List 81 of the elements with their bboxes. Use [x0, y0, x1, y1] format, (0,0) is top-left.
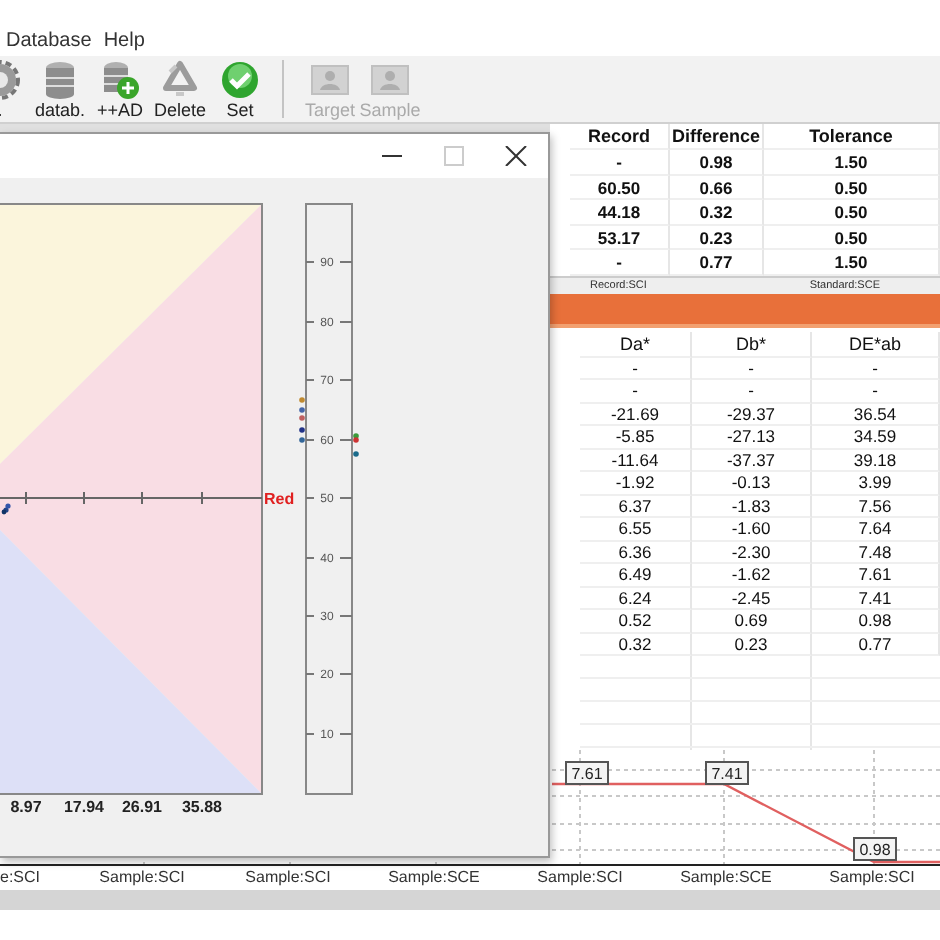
column-header: Difference: [670, 124, 764, 150]
axis-label: Red: [264, 490, 295, 508]
table-cell: 0.98: [670, 150, 764, 175]
table-cell: 0.32: [670, 200, 764, 225]
table-cell: 36.54: [812, 403, 940, 426]
menu-item[interactable]: Help: [103, 30, 145, 54]
table-cell: -: [580, 357, 692, 380]
table-cell: -: [692, 357, 812, 380]
axis-label: e:SCI: [0, 866, 43, 890]
table-cell: -1.83: [692, 495, 812, 518]
toolbar-button[interactable]: Delete: [150, 56, 210, 122]
column-header: Db*: [692, 331, 812, 357]
value-label: 0.98: [853, 837, 897, 861]
table-cell: 60.50: [570, 175, 670, 200]
axis-label: Sample:SCI: [97, 866, 187, 890]
column-header: Record: [570, 124, 670, 150]
table-cell: -: [570, 150, 670, 175]
table-cell: 7.64: [812, 518, 940, 541]
table-cell: 0.52: [580, 610, 692, 633]
table-cell: -2.30: [692, 541, 812, 564]
table-cell: -0.13: [692, 472, 812, 495]
table-cell: 0.98: [812, 610, 940, 633]
close-icon[interactable]: [504, 146, 528, 166]
menu-item[interactable]: Database: [6, 30, 92, 54]
axis-label: Sample:SCE: [678, 866, 774, 890]
value-label: 7.41: [705, 761, 749, 785]
axis-label: Sample:SCI: [535, 866, 625, 890]
table-cell: -1.92: [580, 472, 692, 495]
table-cell: 0.50: [764, 200, 940, 225]
table-cell: 6.55: [580, 518, 692, 541]
table-cell: 39.18: [812, 449, 940, 472]
tick-label: 26.91: [121, 798, 163, 816]
column-header: Da*: [580, 331, 692, 357]
table-cell: -: [812, 380, 940, 403]
database-add-icon: [100, 60, 140, 100]
table-cell: 6.24: [580, 587, 692, 610]
table-cell: 44.18: [570, 200, 670, 225]
table-cell: 0.50: [764, 175, 940, 200]
toolbar-button[interactable]: datab.: [30, 56, 90, 122]
table-cell: -2.45: [692, 587, 812, 610]
column-header: Tolerance: [764, 124, 940, 150]
table-cell: -37.37: [692, 449, 812, 472]
value-label: 7.61: [565, 761, 609, 785]
table-cell: 0.69: [692, 610, 812, 633]
table-cell: 0.50: [764, 225, 940, 250]
table-cell: 53.17: [570, 225, 670, 250]
table-cell: -5.85: [580, 426, 692, 449]
person-card-icon: [370, 60, 410, 100]
table-cell: 6.37: [580, 495, 692, 518]
toolbar-button[interactable]: Set: [210, 56, 270, 122]
table-cell: 1.50: [764, 150, 940, 175]
table-cell: -: [692, 380, 812, 403]
table-cell: 3.99: [812, 472, 940, 495]
table-cell: -1.62: [692, 564, 812, 587]
table-cell: 0.66: [670, 175, 764, 200]
table-cell: 0.23: [670, 225, 764, 250]
column-header: DE*ab: [812, 331, 940, 357]
tick-label: 17.94: [63, 798, 105, 816]
database-icon: [40, 60, 80, 100]
toolbar-button[interactable]: ++AD: [90, 56, 150, 122]
table-cell: 6.36: [580, 541, 692, 564]
table-cell: 7.48: [812, 541, 940, 564]
table-cell: 7.41: [812, 587, 940, 610]
table-cell: -29.37: [692, 403, 812, 426]
axis-label: Sample:SCE: [386, 866, 482, 890]
tick-label: 8.97: [10, 798, 42, 816]
check-icon: [220, 60, 260, 100]
axis-label: Sample:SCI: [243, 866, 333, 890]
table-cell: -: [580, 380, 692, 403]
person-card-icon: [310, 60, 350, 100]
table-cell: 6.49: [580, 564, 692, 587]
tick-label: 35.88: [181, 798, 223, 816]
table-cell: 7.56: [812, 495, 940, 518]
table-cell: -27.13: [692, 426, 812, 449]
table-cell: -1.60: [692, 518, 812, 541]
table-cell: 34.59: [812, 426, 940, 449]
table-cell: -21.69: [580, 403, 692, 426]
table-cell: -: [812, 357, 940, 380]
table-cell: 7.61: [812, 564, 940, 587]
table-cell: -11.64: [580, 449, 692, 472]
axis-label: Sample:SCI: [827, 866, 917, 890]
